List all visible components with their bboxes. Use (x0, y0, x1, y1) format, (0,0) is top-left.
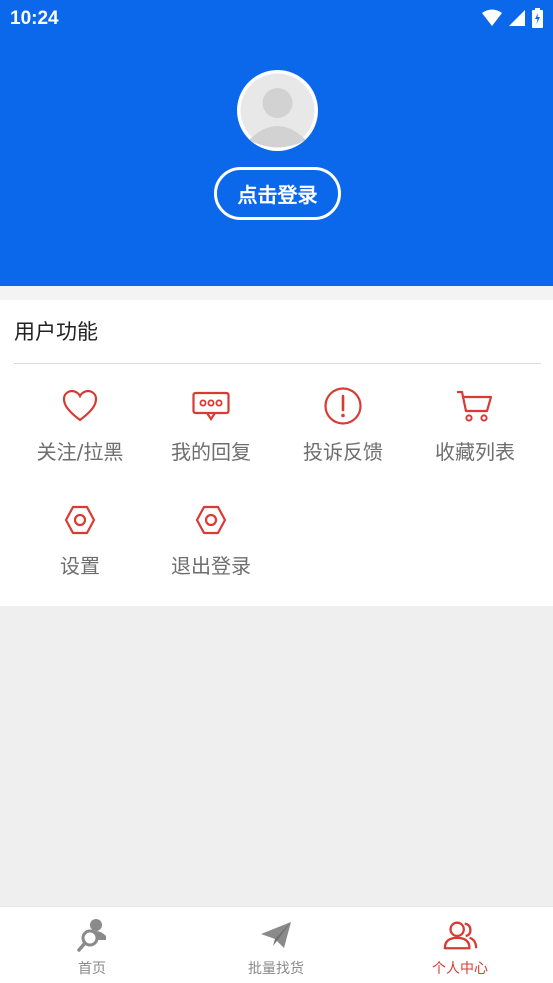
battery-icon (532, 8, 543, 28)
default-avatar-icon (240, 73, 315, 148)
tab-bulk-search[interactable]: 批量找货 (184, 907, 368, 983)
logout-label: 退出登录 (171, 554, 251, 578)
signal-icon (509, 10, 525, 26)
follow-block-label: 关注/拉黑 (36, 440, 124, 464)
status-time: 10:24 (10, 8, 59, 29)
tab-personal-center-label: 个人中心 (432, 961, 488, 977)
divider (14, 363, 541, 364)
my-replies-item[interactable]: 我的回复 (145, 386, 277, 486)
logout-item[interactable]: 退出登录 (145, 500, 277, 600)
settings-label: 设置 (60, 554, 100, 578)
status-icons (482, 8, 543, 28)
favorites-list-item[interactable]: 收藏列表 (409, 386, 541, 486)
follow-block-item[interactable]: 关注/拉黑 (14, 386, 146, 486)
complaint-feedback-label: 投诉反馈 (303, 440, 383, 464)
login-button[interactable]: 点击登录 (214, 167, 341, 220)
logout-icon (191, 500, 231, 540)
tab-home-label: 首页 (78, 961, 106, 977)
settings-item[interactable]: 设置 (14, 500, 146, 600)
favorites-list-label: 收藏列表 (435, 440, 515, 464)
profile-header: 10:24 点击登录 (0, 0, 553, 286)
status-bar: 10:24 (0, 0, 553, 40)
tab-bulk-search-label: 批量找货 (248, 961, 304, 977)
users-icon (442, 917, 478, 953)
tab-home[interactable]: 首页 (0, 907, 184, 983)
heart-icon (60, 386, 100, 426)
complaint-feedback-item[interactable]: 投诉反馈 (277, 386, 409, 486)
panel-title: 用户功能 (14, 320, 98, 344)
message-icon (191, 386, 231, 426)
search-person-icon (74, 917, 110, 953)
wifi-icon (482, 9, 502, 26)
alert-icon (323, 386, 363, 426)
my-replies-label: 我的回复 (171, 440, 251, 464)
settings-icon (60, 500, 100, 540)
section-gap (0, 286, 553, 300)
bottom-tab-bar: 首页 批量找货 个人中心 (0, 906, 553, 983)
tab-personal-center[interactable]: 个人中心 (368, 907, 552, 983)
user-functions-panel: 用户功能 关注/拉黑 我的回复 投诉反馈 收藏列表 设置 退出登录 (0, 300, 553, 606)
paper-plane-icon (258, 917, 294, 953)
cart-icon (455, 386, 495, 426)
avatar[interactable] (237, 70, 318, 151)
